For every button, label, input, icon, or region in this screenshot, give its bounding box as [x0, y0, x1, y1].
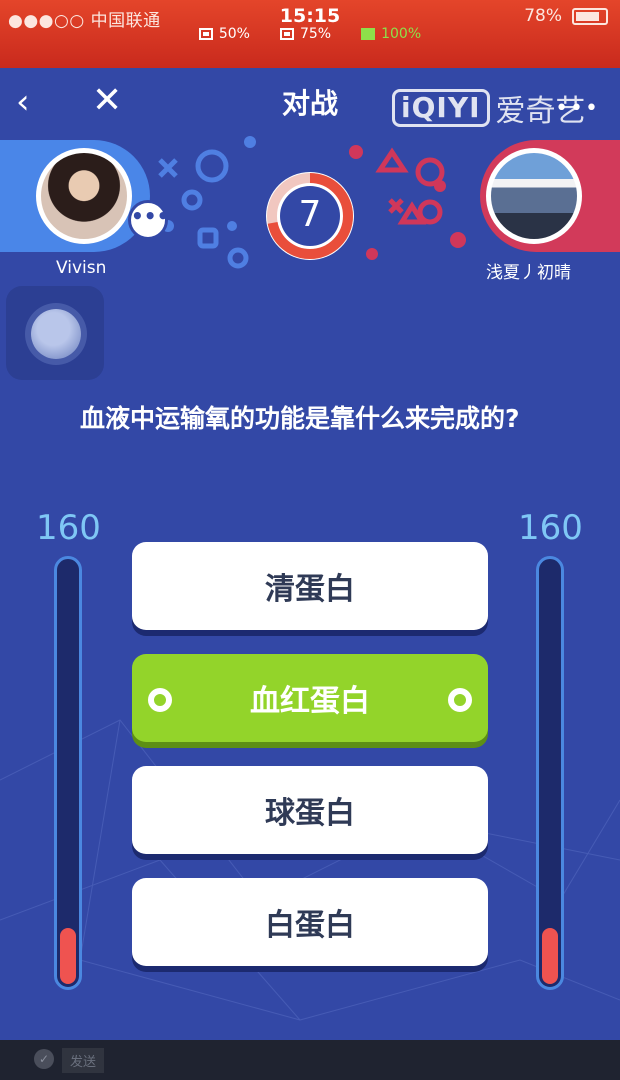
- left-score-bar-fill: [60, 928, 76, 984]
- timer-value: 7: [298, 194, 322, 235]
- right-player-avatar[interactable]: [486, 148, 582, 244]
- left-player-name: Vivisn: [56, 258, 107, 278]
- window-icon: [279, 28, 294, 40]
- right-score-bar-fill: [542, 928, 558, 984]
- powerup-orb-icon[interactable]: [31, 309, 81, 359]
- left-player-avatar[interactable]: [36, 148, 132, 244]
- answer-option-selected[interactable]: 血红蛋白: [132, 654, 488, 742]
- left-score-bar: [54, 556, 82, 990]
- option-label: 清蛋白: [265, 572, 355, 607]
- battery-icon: [572, 7, 608, 25]
- window-icon: [198, 28, 213, 40]
- more-icon[interactable]: •••: [555, 96, 600, 121]
- right-score: 160: [518, 508, 583, 548]
- stat-label: 50%: [218, 26, 250, 42]
- logo-mark: iQIYI: [392, 89, 490, 127]
- selected-marker-icon: [148, 688, 172, 712]
- battery-percent: 78%: [524, 6, 562, 26]
- selected-marker-icon: [448, 688, 472, 712]
- stats-row: 50% 75% 100%: [0, 26, 620, 42]
- stat-label: 75%: [299, 26, 332, 42]
- stat-item: 50%: [198, 26, 250, 42]
- answer-option[interactable]: 白蛋白: [132, 878, 488, 966]
- answer-option[interactable]: 球蛋白: [132, 766, 488, 854]
- emoji-icon[interactable]: ✓: [34, 1049, 54, 1069]
- send-button[interactable]: 发送: [62, 1048, 105, 1073]
- left-score: 160: [36, 508, 101, 548]
- question-text: 血液中运输氧的功能是靠什么来完成的?: [80, 404, 520, 433]
- option-label: 白蛋白: [265, 908, 355, 943]
- stat-item: 75%: [279, 26, 332, 42]
- option-label: 血红蛋白: [250, 684, 370, 719]
- answer-option[interactable]: 清蛋白: [132, 542, 488, 630]
- bottom-bar: ✓ 发送: [0, 1040, 620, 1080]
- right-score-bar: [536, 556, 564, 990]
- right-player-name: 浅夏丿初晴: [486, 263, 571, 283]
- option-label: 球蛋白: [265, 796, 355, 831]
- chat-bubble-icon[interactable]: •••: [128, 200, 169, 240]
- stat-item: 100%: [361, 26, 421, 42]
- status-bar: ●●●○○ 中国联通 15:15 78% 50% 75% 100%: [0, 0, 620, 68]
- status-right: 78%: [524, 6, 608, 26]
- battery-green-icon: [361, 28, 376, 40]
- stat-label: 100%: [381, 26, 422, 42]
- header: ‹ ✕ 对战 iQIYI 爱奇艺 •••: [0, 68, 620, 138]
